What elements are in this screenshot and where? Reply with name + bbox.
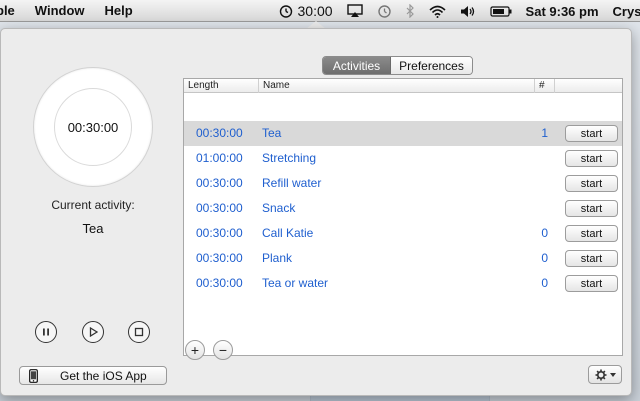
- start-button[interactable]: start: [565, 125, 618, 142]
- row-length: 01:00:00: [196, 151, 243, 165]
- timer-ring: 00:30:00: [33, 67, 153, 187]
- menubar-timer-text: 30:00: [297, 3, 333, 19]
- settings-menu-button[interactable]: [588, 365, 622, 384]
- table-row[interactable]: 00:30:00 Plank 0 start: [184, 246, 622, 271]
- row-count: 0: [541, 276, 548, 290]
- row-name: Refill water: [262, 176, 322, 190]
- time-machine-icon[interactable]: [370, 0, 399, 22]
- row-name: Call Katie: [262, 226, 314, 240]
- chevron-down-icon: [609, 372, 616, 377]
- table-row[interactable]: 00:30:00 Snack start: [184, 196, 622, 221]
- row-length: 00:30:00: [196, 226, 243, 240]
- row-count: 0: [541, 226, 548, 240]
- start-button[interactable]: start: [565, 250, 618, 267]
- row-length: 00:30:00: [196, 176, 243, 190]
- table-header: Length Name #: [184, 79, 622, 93]
- row-name: Tea: [262, 126, 282, 140]
- pause-button[interactable]: [35, 321, 57, 343]
- row-name: Stretching: [262, 151, 317, 165]
- table-row[interactable]: 01:00:00 Stretching start: [184, 146, 622, 171]
- row-count: 0: [541, 251, 548, 265]
- menu-app[interactable]: ple: [0, 3, 25, 18]
- phone-icon: [29, 368, 38, 383]
- menu-help[interactable]: Help: [95, 3, 143, 18]
- wifi-icon[interactable]: [422, 0, 453, 22]
- table-row[interactable]: 00:30:00 Call Katie 0 start: [184, 221, 622, 246]
- start-button[interactable]: start: [565, 175, 618, 192]
- volume-icon[interactable]: [453, 0, 483, 22]
- stop-icon: [134, 327, 144, 337]
- row-count: [536, 196, 548, 221]
- current-activity-label: Current activity:: [51, 198, 135, 212]
- stop-button[interactable]: [128, 321, 150, 343]
- airplay-icon[interactable]: [340, 0, 370, 22]
- row-name: Plank: [262, 251, 293, 265]
- column-header-action: [554, 79, 622, 93]
- timer-popover: 00:30:00 Current activity: Tea Get the i…: [0, 28, 632, 396]
- row-length: 00:30:00: [196, 201, 243, 215]
- remove-activity-button[interactable]: −: [213, 340, 233, 360]
- play-icon: [89, 327, 98, 337]
- menu-window[interactable]: Window: [25, 3, 95, 18]
- bluetooth-icon[interactable]: [399, 0, 422, 22]
- current-activity-value: Tea: [82, 221, 104, 236]
- start-button[interactable]: start: [565, 150, 618, 167]
- view-tabs: Activities Preferences: [322, 56, 473, 75]
- tab-preferences[interactable]: Preferences: [391, 57, 472, 74]
- row-length: 00:30:00: [196, 276, 243, 290]
- menubar-user[interactable]: Crysta: [606, 0, 640, 22]
- row-length: 00:30:00: [196, 126, 243, 140]
- get-ios-app-button[interactable]: Get the iOS App: [19, 366, 167, 385]
- menubar-timer[interactable]: 30:00: [272, 0, 340, 22]
- add-activity-button[interactable]: +: [185, 340, 205, 360]
- get-ios-app-label: Get the iOS App: [60, 368, 147, 383]
- gear-icon: [595, 369, 606, 380]
- menu-bar-status-items: 30:00 Sat 9:36 pm Crys: [272, 0, 640, 22]
- row-count: [536, 171, 548, 196]
- start-button[interactable]: start: [565, 225, 618, 242]
- battery-icon[interactable]: [483, 0, 519, 22]
- timer-ring-time: 00:30:00: [54, 88, 132, 166]
- menubar-clock[interactable]: Sat 9:36 pm: [519, 0, 606, 22]
- row-count: 1: [541, 126, 548, 140]
- column-header-count[interactable]: #: [534, 79, 554, 93]
- pause-icon: [43, 328, 49, 336]
- activities-table: Length Name # 00:30:00 Tea 1 start 01:00…: [183, 78, 623, 356]
- row-name: Snack: [262, 201, 296, 215]
- start-button[interactable]: start: [565, 275, 618, 292]
- start-button[interactable]: start: [565, 200, 618, 217]
- tab-activities[interactable]: Activities: [323, 57, 391, 74]
- stopwatch-icon: [279, 5, 292, 18]
- menu-bar-menus: ple Window Help: [0, 3, 143, 18]
- row-count: [536, 146, 548, 171]
- column-header-name[interactable]: Name: [258, 79, 534, 93]
- row-name: Tea or water: [262, 276, 329, 290]
- table-row[interactable]: 00:30:00 Refill water start: [184, 171, 622, 196]
- menu-bar: ple Window Help 30:00: [0, 0, 640, 22]
- table-row[interactable]: 00:30:00 Tea or water 0 start: [184, 271, 622, 296]
- row-length: 00:30:00: [196, 251, 243, 265]
- table-row[interactable]: 00:30:00 Tea 1 start: [184, 121, 622, 146]
- column-header-length[interactable]: Length: [184, 79, 258, 93]
- play-button[interactable]: [82, 321, 104, 343]
